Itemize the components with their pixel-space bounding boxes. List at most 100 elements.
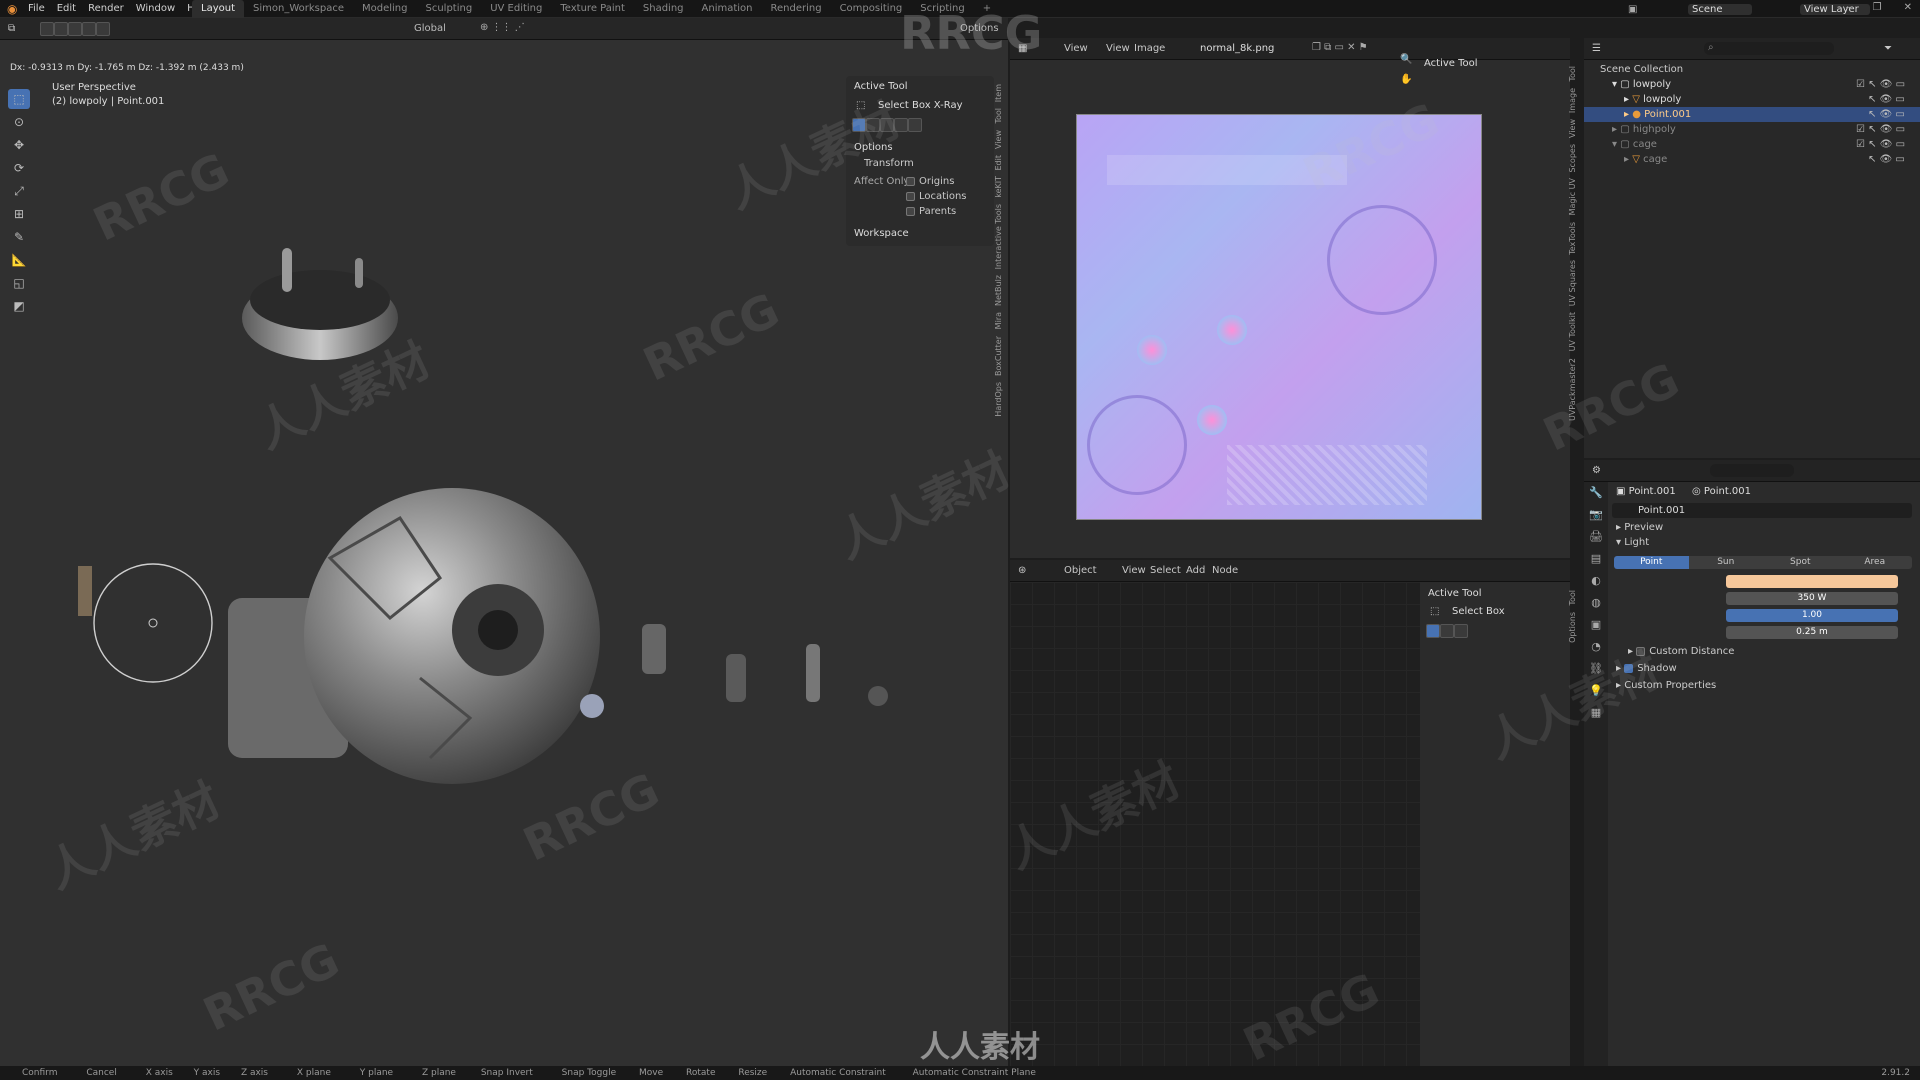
filter-icon[interactable]: ⏷ [1884,43,1892,54]
origins-checkbox[interactable]: Origins [906,176,954,187]
tab-sculpting[interactable]: Sculpting [416,0,481,18]
output-tab-icon[interactable]: 🖨 [1584,526,1608,548]
color-swatch[interactable] [1726,575,1898,588]
blender-logo-icon[interactable]: ◉ [7,2,17,16]
outliner-item-lowpoly[interactable]: ▾ ▢ lowpoly [1612,79,1671,90]
image-name-field[interactable]: normal_8k.png [1200,43,1274,54]
tab-image[interactable]: Image [1568,88,1577,113]
texture-tab-icon[interactable]: ▦ [1584,702,1608,724]
light-type-spot[interactable]: Spot [1763,556,1838,569]
tab-kekit[interactable]: keKIT [994,176,1003,198]
active-tool-header[interactable]: Active Tool [1428,588,1482,599]
tab-scopes[interactable]: Scopes [1568,144,1577,173]
preview-panel[interactable]: ▸ Preview [1616,522,1663,533]
object-mode-dropdown[interactable]: Object [1064,565,1097,576]
tab-view[interactable]: View [994,130,1003,149]
minimize-icon[interactable]: – [1846,2,1851,13]
outliner-search-input[interactable] [1704,42,1834,55]
scene-selector[interactable]: Scene [1688,4,1752,15]
tab-tool[interactable]: Tool [1568,66,1577,82]
tab-compositing[interactable]: Compositing [831,0,912,18]
tab-textools[interactable]: TexTools [1568,222,1577,255]
visibility-toggles[interactable]: ↖ 👁 ▭ [1868,154,1905,165]
tool-mode-buttons[interactable] [852,118,922,132]
tab-uv-squares[interactable]: UV Squares [1568,260,1577,306]
tab-layout[interactable]: Layout [192,0,244,18]
tab-hardops[interactable]: HardOps [994,382,1003,417]
tab-edit[interactable]: Edit [994,155,1003,171]
parents-checkbox[interactable]: Parents [906,206,956,217]
visibility-toggles[interactable]: ☑ ↖ 👁 ▭ [1856,124,1905,135]
properties-search-input[interactable] [1710,464,1794,477]
menu-render[interactable]: Render [88,3,124,14]
tab-texture-paint[interactable]: Texture Paint [551,0,634,18]
close-icon[interactable]: ✕ [1904,2,1912,13]
tab-uv-editing[interactable]: UV Editing [481,0,551,18]
light-panel[interactable]: ▾ Light [1616,537,1649,548]
node-editor[interactable]: ⊛ Object View Select Add Node Active Too… [1010,560,1570,1066]
tab-simon-workspace[interactable]: Simon_Workspace [244,0,353,18]
visibility-toggles[interactable]: ↖ 👁 ▭ [1868,109,1905,120]
specular-field[interactable]: 1.00 [1726,609,1898,622]
3d-viewport[interactable]: ⧉ Global ⊕ ⋮⋮ ⋰ Options Dx: -0.9313 m Dy… [0,18,1008,1066]
restore-icon[interactable]: ❐ [1873,2,1882,13]
light-type-sun[interactable]: Sun [1688,556,1763,569]
locations-checkbox[interactable]: Locations [906,191,967,202]
add-workspace-button[interactable]: + [974,0,1000,18]
menu-view[interactable]: View [1064,43,1088,54]
tab-animation[interactable]: Animation [693,0,762,18]
editor-type-icon[interactable]: ☰ [1592,43,1601,54]
tab-boxcutter[interactable]: BoxCutter [994,336,1003,376]
menu-select[interactable]: Select [1150,565,1181,576]
zoom-icon[interactable]: 🔍 [1400,54,1412,65]
tool-mode-buttons[interactable] [1426,624,1468,638]
world-tab-icon[interactable]: ◍ [1584,592,1608,614]
properties-editor[interactable]: ⚙ 🔧 📷 🖨 ▤ ◐ ◍ ▣ ◔ ⛓ 💡 ▦ ▣ Point.001 ◎ Po… [1584,460,1920,1066]
menu-edit[interactable]: Edit [57,3,76,14]
transform-subheader[interactable]: Transform [864,158,914,169]
scene-tab-icon[interactable]: ◐ [1584,570,1608,592]
active-tool-header[interactable]: Active Tool [854,81,908,92]
light-type-point[interactable]: Point [1614,556,1689,569]
active-tool-header[interactable]: Active Tool [1424,58,1478,69]
tab-tool[interactable]: Tool [1568,590,1577,606]
light-type-area[interactable]: Area [1837,556,1912,569]
tab-view[interactable]: View [1568,119,1577,138]
outliner[interactable]: ☰ ⌕ ⏷ Scene Collection ▾ ▢ lowpoly ▸ ▽ l… [1584,38,1920,458]
tool-tab-icon[interactable]: 🔧 [1584,482,1608,504]
image-buttons[interactable]: ❐ ⧉ ▭ ✕ ⚑ [1312,42,1368,53]
tab-options[interactable]: Options [1568,612,1577,643]
image-editor[interactable]: ▦ View View Image normal_8k.png ❐ ⧉ ▭ ✕ … [1010,38,1570,558]
visibility-toggles[interactable]: ☑ ↖ 👁 ▭ [1856,139,1905,150]
options-header[interactable]: Options [854,142,893,153]
outliner-item-point[interactable]: ▸ ● Point.001 [1624,109,1691,120]
menu-image[interactable]: Image [1134,43,1165,54]
sphere-object[interactable] [228,488,604,784]
light-data-tab-icon[interactable]: 💡 [1584,680,1608,702]
menu-node[interactable]: Node [1212,565,1238,576]
object-tab-icon[interactable]: ▣ [1584,614,1608,636]
physics-tab-icon[interactable]: ◔ [1584,636,1608,658]
menu-file[interactable]: File [28,3,45,14]
outliner-item-cage[interactable]: ▾ ▢ cage [1612,139,1657,150]
tab-tool[interactable]: Tool [994,108,1003,124]
tab-uvpackmaster[interactable]: UVPackmaster2 [1568,358,1577,421]
power-field[interactable]: 350 W [1726,592,1898,605]
pan-hand-icon[interactable]: ✋ [1400,74,1412,85]
tab-scripting[interactable]: Scripting [911,0,973,18]
outliner-item-cage-mesh[interactable]: ▸ ▽ cage [1624,154,1667,165]
menu-window[interactable]: Window [136,3,175,14]
constraints-tab-icon[interactable]: ⛓ [1584,658,1608,680]
menu-add[interactable]: Add [1186,565,1205,576]
menu-view[interactable]: View [1122,565,1146,576]
light-datablock-field[interactable]: Point.001 [1612,503,1912,518]
custom-distance-panel[interactable]: ▸ Custom Distance [1628,646,1734,657]
outliner-item-highpoly[interactable]: ▸ ▢ highpoly [1612,124,1676,135]
editor-type-icon[interactable]: ▦ [1018,43,1027,54]
custom-properties-panel[interactable]: ▸ Custom Properties [1616,680,1716,691]
visibility-toggles[interactable]: ☑ ↖ 👁 ▭ [1856,79,1905,90]
outliner-item-lowpoly-mesh[interactable]: ▸ ▽ lowpoly [1624,94,1681,105]
editor-type-icon[interactable]: ⊛ [1018,565,1026,576]
tab-rendering[interactable]: Rendering [762,0,831,18]
editor-type-icon[interactable]: ⚙ [1592,465,1601,476]
